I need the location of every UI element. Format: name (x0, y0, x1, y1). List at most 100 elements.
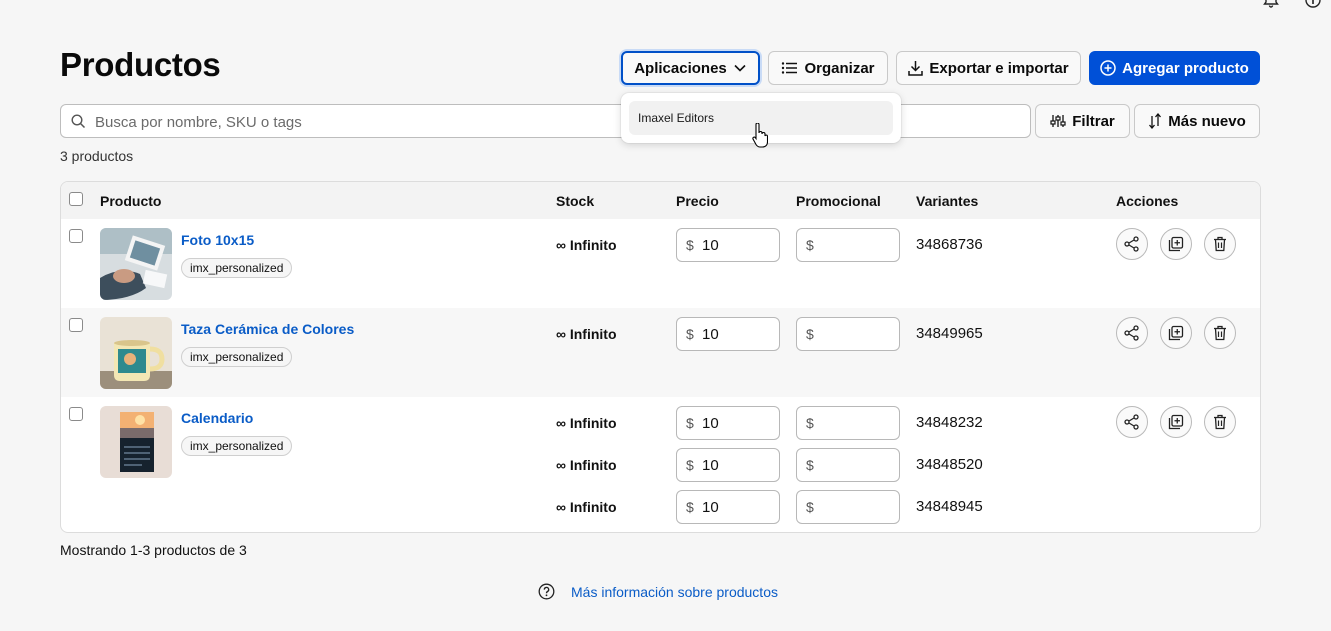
currency-symbol: $ (686, 326, 694, 342)
plus-circle-icon (1100, 60, 1116, 76)
sort-button[interactable]: Más nuevo (1134, 104, 1260, 138)
price-value: 10 (702, 326, 719, 343)
search-icon (71, 114, 86, 129)
info-icon[interactable] (1305, 0, 1321, 8)
duplicate-icon (1168, 236, 1184, 252)
price-input[interactable]: $ 10 (676, 406, 780, 440)
organize-label: Organizar (804, 59, 875, 77)
pagination-summary: Mostrando 1-3 productos de 3 (60, 542, 247, 558)
duplicate-button[interactable] (1160, 317, 1192, 349)
header-variants: Variantes (916, 193, 979, 209)
header-stock: Stock (556, 193, 595, 209)
delete-button[interactable] (1204, 406, 1236, 438)
share-icon (1124, 236, 1139, 252)
variant-id: 34848945 (916, 498, 983, 515)
variant-id: 34848232 (916, 414, 983, 431)
variant-id: 34849965 (916, 325, 983, 342)
variant-id: 34848520 (916, 456, 983, 473)
filter-button[interactable]: Filtrar (1035, 104, 1130, 138)
delete-button[interactable] (1204, 317, 1236, 349)
search-input[interactable] (93, 105, 657, 139)
currency-symbol: $ (806, 326, 814, 342)
price-input[interactable]: $ 10 (676, 448, 780, 482)
product-thumbnail[interactable] (100, 317, 172, 389)
row-checkbox[interactable] (69, 407, 83, 421)
select-all-checkbox[interactable] (69, 192, 83, 206)
stock-value: ∞ Infinito (556, 457, 617, 473)
products-table: Producto Stock Precio Promocional Varian… (60, 181, 1261, 533)
currency-symbol: $ (686, 499, 694, 515)
share-icon (1124, 325, 1139, 341)
promo-price-input[interactable]: $ (796, 228, 900, 262)
promo-price-input[interactable]: $ (796, 317, 900, 351)
price-value: 10 (702, 237, 719, 254)
share-icon (1124, 414, 1139, 430)
download-icon (908, 61, 924, 76)
question-circle-icon (538, 583, 555, 600)
price-value: 10 (702, 457, 719, 474)
chevron-down-icon (734, 64, 746, 72)
add-label: Agregar producto (1122, 59, 1249, 77)
promo-price-input[interactable]: $ (796, 448, 900, 482)
currency-symbol: $ (806, 457, 814, 473)
sort-arrows-icon (1149, 113, 1162, 129)
trash-icon (1214, 325, 1226, 341)
stock-value: ∞ Infinito (556, 237, 617, 253)
currency-symbol: $ (686, 415, 694, 431)
currency-symbol: $ (686, 237, 694, 253)
header-actions: Acciones (1116, 193, 1179, 209)
sort-label: Más nuevo (1168, 112, 1246, 130)
organize-button[interactable]: Organizar (768, 51, 888, 85)
header-product[interactable]: Producto (100, 193, 161, 209)
product-name-link[interactable]: Taza Cerámica de Colores (181, 321, 354, 337)
currency-symbol: $ (686, 457, 694, 473)
table-header: Producto Stock Precio Promocional Varian… (61, 182, 1260, 219)
product-tag: imx_personalized (181, 436, 293, 456)
header-price: Precio (676, 193, 719, 209)
duplicate-button[interactable] (1160, 228, 1192, 260)
row-checkbox[interactable] (69, 229, 83, 243)
help-link[interactable]: Más información sobre productos (571, 584, 778, 600)
sliders-icon (1050, 115, 1066, 127)
product-name-link[interactable]: Foto 10x15 (181, 232, 254, 248)
price-input[interactable]: $ 10 (676, 317, 780, 351)
price-value: 10 (702, 415, 719, 432)
duplicate-button[interactable] (1160, 406, 1192, 438)
share-button[interactable] (1116, 406, 1148, 438)
price-input[interactable]: $ 10 (676, 228, 780, 262)
product-tag: imx_personalized (181, 347, 293, 367)
currency-symbol: $ (806, 415, 814, 431)
share-button[interactable] (1116, 317, 1148, 349)
delete-button[interactable] (1204, 228, 1236, 260)
filter-label: Filtrar (1072, 112, 1115, 130)
currency-symbol: $ (806, 499, 814, 515)
table-row: Taza Cerámica de Colores imx_personalize… (61, 308, 1260, 397)
stock-value: ∞ Infinito (556, 326, 617, 342)
price-value: 10 (702, 499, 719, 516)
apps-label: Aplicaciones (634, 59, 727, 77)
export-import-button[interactable]: Exportar e importar (896, 51, 1081, 85)
bell-icon[interactable] (1263, 0, 1279, 8)
product-name-link[interactable]: Calendario (181, 410, 253, 426)
promo-price-input[interactable]: $ (796, 406, 900, 440)
promo-price-input[interactable]: $ (796, 490, 900, 524)
add-product-button[interactable]: Agregar producto (1089, 51, 1260, 85)
product-thumbnail[interactable] (100, 406, 172, 478)
list-icon (782, 62, 798, 74)
header-promo: Promocional (796, 193, 881, 209)
product-count: 3 productos (60, 148, 134, 164)
price-input[interactable]: $ 10 (676, 490, 780, 524)
variant-id: 34868736 (916, 236, 983, 253)
apps-button[interactable]: Aplicaciones (621, 51, 760, 85)
currency-symbol: $ (806, 237, 814, 253)
product-tag: imx_personalized (181, 258, 293, 278)
stock-value: ∞ Infinito (556, 415, 617, 431)
page-title: Productos (60, 46, 221, 83)
hand-cursor-icon (752, 123, 768, 148)
duplicate-icon (1168, 414, 1184, 430)
row-checkbox[interactable] (69, 318, 83, 332)
table-row: Calendario imx_personalized ∞ Infinito $… (61, 397, 1260, 532)
product-thumbnail[interactable] (100, 228, 172, 300)
table-row: Foto 10x15 imx_personalized ∞ Infinito $… (61, 219, 1260, 308)
share-button[interactable] (1116, 228, 1148, 260)
